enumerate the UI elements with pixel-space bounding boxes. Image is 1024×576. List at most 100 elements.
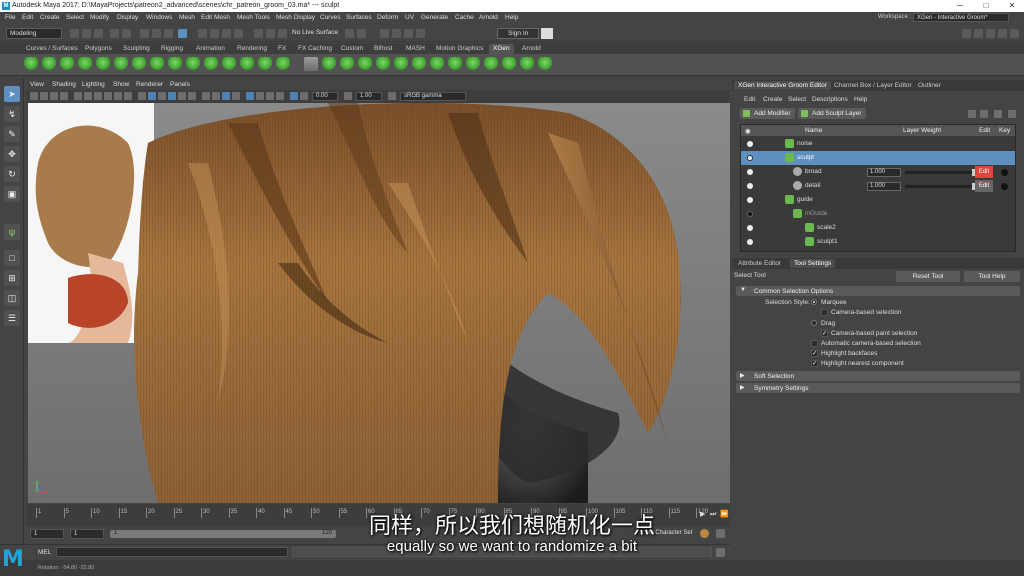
open-scene-icon[interactable]: [82, 29, 91, 38]
menu-help[interactable]: Help: [505, 14, 518, 21]
gamma-icon[interactable]: [344, 92, 352, 100]
visibility-toggle[interactable]: [747, 197, 753, 203]
add-modifier-button[interactable]: Add Modifier: [740, 108, 795, 119]
render-frame-icon[interactable]: [266, 29, 275, 38]
exposure-icon[interactable]: [300, 92, 308, 100]
four-view-layout-icon[interactable]: ⊞: [4, 270, 20, 286]
interactive-groom-icon[interactable]: [304, 57, 318, 71]
visibility-toggle[interactable]: [747, 225, 753, 231]
soft-select-icon[interactable]: [357, 29, 366, 38]
menu-edit[interactable]: Edit: [22, 14, 33, 21]
menu-mesh[interactable]: Mesh: [179, 14, 195, 21]
history-icon[interactable]: [254, 29, 263, 38]
layer-weight-slider[interactable]: [905, 169, 977, 176]
smooth-brush-icon[interactable]: [204, 57, 218, 71]
save-scene-icon[interactable]: [94, 29, 103, 38]
shelf-tab-fx[interactable]: FX: [274, 44, 290, 54]
menu-curves[interactable]: Curves: [320, 14, 341, 21]
menu-arnold[interactable]: Arnold: [479, 14, 498, 21]
snap-point-icon[interactable]: [222, 29, 231, 38]
wireframe-icon[interactable]: [138, 92, 146, 100]
scale-tool-icon[interactable]: ▣: [4, 186, 20, 202]
tool-settings-toggle-icon[interactable]: [986, 29, 995, 38]
outliner-layout-icon[interactable]: ☰: [4, 310, 20, 326]
add-linear-wire-icon[interactable]: [448, 57, 462, 71]
add-collision-icon[interactable]: [466, 57, 480, 71]
highlight-backfaces-checkbox[interactable]: ✓: [811, 350, 818, 357]
create-description-icon[interactable]: [42, 57, 56, 71]
menu-create[interactable]: Create: [40, 14, 60, 21]
isolate-select-icon[interactable]: [246, 92, 254, 100]
edit-layer-button[interactable]: Edit: [975, 166, 993, 178]
groom-menu-help[interactable]: Help: [854, 96, 867, 103]
menu-select[interactable]: Select: [66, 14, 84, 21]
part-brush-icon[interactable]: [150, 57, 164, 71]
groom-menu-descriptions[interactable]: Descriptions: [812, 96, 848, 103]
snap-curve-icon[interactable]: [210, 29, 219, 38]
camera-based-paint-selection-checkbox[interactable]: ✓: [821, 330, 828, 337]
shelf-tab-rendering[interactable]: Rendering: [233, 44, 271, 54]
splines-from-curves-icon[interactable]: [502, 57, 516, 71]
groom-row-guide[interactable]: guide: [741, 193, 1015, 207]
perspective-viewport[interactable]: [28, 103, 730, 503]
menu-mesh-display[interactable]: Mesh Display: [276, 14, 315, 21]
tab-outliner[interactable]: Outliner: [914, 81, 945, 90]
export-cache-icon[interactable]: [538, 57, 552, 71]
add-sculpt-layer-button[interactable]: Add Sculpt Layer: [798, 108, 866, 119]
render-settings-icon[interactable]: [392, 29, 401, 38]
shelf-tab-polygons[interactable]: Polygons: [81, 44, 116, 54]
groom-splines-icon[interactable]: [60, 57, 74, 71]
viewport-menu-show[interactable]: Show: [113, 81, 129, 88]
move-up-icon[interactable]: [968, 110, 976, 118]
guides-to-splines-icon[interactable]: [484, 57, 498, 71]
camera-select-icon[interactable]: [30, 92, 38, 100]
tab-xgen-groom-editor[interactable]: XGen Interactive Groom Editor: [734, 81, 831, 90]
xray-components-icon[interactable]: [276, 92, 284, 100]
groom-row-scale2[interactable]: scale2: [741, 221, 1015, 235]
shelf-tab-fx-caching[interactable]: FX Caching: [294, 44, 336, 54]
live-surface-label[interactable]: No Live Surface: [292, 29, 338, 36]
groom-row-noise[interactable]: noise: [741, 137, 1015, 151]
shelf-tab-rigging[interactable]: Rigging: [157, 44, 187, 54]
tool-help-button[interactable]: Tool Help: [964, 271, 1020, 282]
menu-surfaces[interactable]: Surfaces: [346, 14, 372, 21]
layer-weight-slider[interactable]: [905, 183, 977, 190]
groom-row-detail[interactable]: detail 1.000 Edit: [741, 179, 1015, 193]
menu-cache[interactable]: Cache: [455, 14, 474, 21]
groom-row-inguide[interactable]: inGuide: [741, 207, 1015, 221]
shelf-tab-motion-graphics[interactable]: Motion Graphics: [432, 44, 487, 54]
menu-set-dropdown[interactable]: Modeling: [6, 28, 62, 39]
xray-icon[interactable]: [256, 92, 264, 100]
reset-tool-button[interactable]: Reset Tool: [896, 271, 960, 282]
groom-menu-select[interactable]: Select: [788, 96, 806, 103]
workspace-dropdown[interactable]: XGen - Interactive Groom*: [913, 13, 1009, 22]
edit-layer-button[interactable]: Edit: [975, 180, 993, 192]
add-sculpt-icon[interactable]: [430, 57, 444, 71]
xgen-editor-icon[interactable]: [24, 57, 38, 71]
delete-icon[interactable]: [994, 110, 1002, 118]
arnold-render-icon[interactable]: [416, 29, 425, 38]
gate-mask-icon[interactable]: [104, 92, 112, 100]
new-scene-icon[interactable]: [70, 29, 79, 38]
paint-select-tool-icon[interactable]: ✎: [4, 126, 20, 142]
grab-brush-icon[interactable]: [258, 57, 272, 71]
safe-action-icon[interactable]: [124, 92, 132, 100]
use-all-lights-icon[interactable]: [178, 92, 186, 100]
add-noise-icon[interactable]: [340, 57, 354, 71]
automatic-camera-based-selection-checkbox[interactable]: [811, 340, 818, 347]
hypershade-icon[interactable]: [404, 29, 413, 38]
film-gate-icon[interactable]: [84, 92, 92, 100]
add-coil-icon[interactable]: [376, 57, 390, 71]
shadows-icon[interactable]: [188, 92, 196, 100]
visibility-toggle[interactable]: [747, 155, 753, 161]
menu-file[interactable]: File: [5, 14, 15, 21]
menu-display[interactable]: Display: [117, 14, 138, 21]
xgen-groom-tool-icon[interactable]: ψ: [4, 224, 20, 240]
layer-weight-field[interactable]: 1.000: [867, 182, 901, 191]
single-view-layout-icon[interactable]: □: [4, 250, 20, 266]
section-symmetry-settings[interactable]: ▶ Symmetry Settings: [736, 383, 1020, 393]
snap-plane-icon[interactable]: [234, 29, 243, 38]
smooth-shade-icon[interactable]: [148, 92, 156, 100]
multisample-aa-icon[interactable]: [222, 92, 230, 100]
menu-windows[interactable]: Windows: [146, 14, 172, 21]
